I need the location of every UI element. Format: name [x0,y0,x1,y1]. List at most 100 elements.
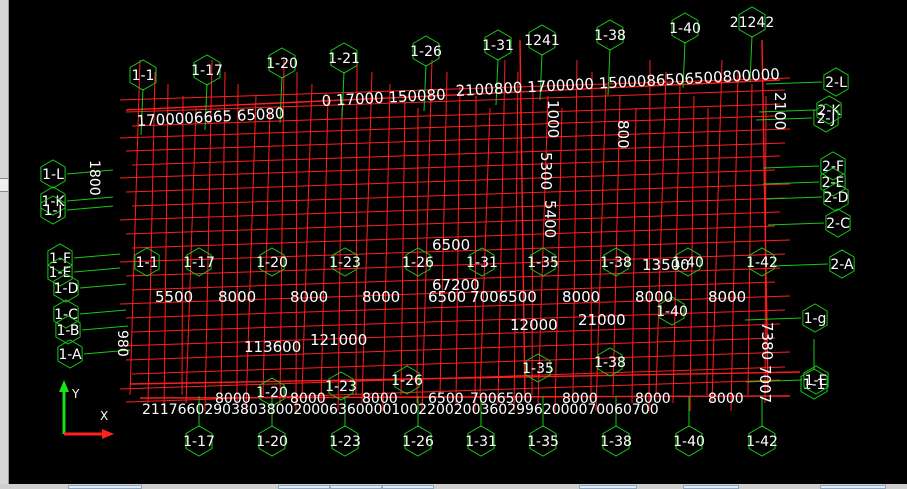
grid-line-vertical [631,107,637,404]
axis-label: 1-31 [465,434,497,450]
axis-bubble-top: 1-20 [266,47,298,79]
dimension-vertical: 800 [614,120,632,149]
leader-line [762,181,820,185]
grid-line-horizontal [119,323,781,347]
dimension-mid: 8000 [218,288,256,306]
grid-line-vertical [590,71,593,404]
dimension-row-top: 2100800 1700000 1500086506500800000 [455,65,780,100]
grid-line-vertical [655,71,667,396]
axis-bubble-mid: 1-23 [325,371,357,401]
axis-label: 2-E [822,175,845,191]
axis-bubble-mid: 1-1 [134,247,160,277]
dimension-mid: 8000 [362,288,400,306]
axis-label: 2-D [824,190,849,206]
leader-line [66,196,114,202]
axis-bubble-mid: 1-42 [746,247,778,277]
dimension-row-bottom: 2117660290380380020006360000100220020036… [142,402,659,418]
axis-bubble-mid: 1-35 [522,353,554,383]
leader-line [744,317,802,321]
axis-bubble-bottom: 1-38 [600,425,632,457]
grid-line-vertical [711,59,723,404]
axis-bubble-top: 1-40 [669,12,701,44]
axis-label: 1-D [54,281,79,297]
leader-line [79,309,127,315]
grid-line-vertical [648,59,651,412]
axis-label: 1-31 [466,255,498,271]
drawing-canvas[interactable]: 1-1 1-17 1-20 1-21 1-26 1-31 1241 1-38 1-40 21242… [0,0,907,489]
status-tab-6[interactable] [683,485,739,489]
axis-bubble-left: 1-A [57,339,83,369]
axis-label: 1241 [524,33,560,49]
status-tab-4[interactable] [382,485,434,489]
grid-line-vertical [531,83,534,396]
axis-label: 1-J [44,203,63,219]
axis-label: 1-38 [600,255,632,271]
grid-line-horizontal [125,211,781,235]
axis-label: 2-L [825,75,847,91]
status-tab-2[interactable] [278,485,330,489]
axis-bubble-bottom: 1-42 [746,425,778,457]
dimension-vertical: 5300 [537,152,555,190]
axis-bubble-top: 1-17 [191,54,223,86]
axis-label: 1-35 [527,434,559,450]
axis-label: 1-17 [183,255,215,271]
dimension-text: 121000 [310,331,367,349]
leader-line [79,283,127,289]
grid-line-horizontal [131,183,791,207]
grid-line-vertical [295,71,298,412]
axis-bubble-top: 1-21 [328,42,360,74]
dimension-mid: 8000 [708,288,746,306]
axis-label: 1-B [56,323,79,339]
axis-bubble-top: 1-38 [594,19,626,51]
ucs-x-label: X [100,409,108,423]
axis-bubble-top: 21242 [730,6,774,38]
grid-line-vertical [236,83,239,404]
axis-label: 1-20 [266,56,298,72]
axis-label: 1-38 [594,28,626,44]
axis-label: 1-35 [522,361,554,377]
dimension-text: 13500 [642,256,690,274]
axis-bubble-bottom: 1-40 [673,425,705,457]
axis-bubble-right: 1-g [802,303,828,333]
dimension-vertical: 1800 [86,160,102,196]
axis-bubble-top: 1-1 [129,59,157,91]
axis-label: 1-17 [183,434,215,450]
axis-label: 1-23 [329,434,361,450]
status-tab-3[interactable] [330,485,382,489]
axis-bubble-bottom: 1-31 [465,425,497,457]
dimension-vertical: 5400 [541,200,559,238]
grid-line-horizontal [125,337,776,361]
axis-bubble-bottom: 1-23 [329,425,361,457]
axis-bubble-top: 1-31 [482,29,514,61]
grid-line-vertical [706,107,709,396]
leader-line [73,267,121,273]
dimension-mid: 8000 [635,288,673,306]
status-tab-7[interactable] [820,485,886,489]
axis-label: 1-26 [402,434,434,450]
axis-label: 1-17 [191,63,223,79]
axis-label: 1-20 [256,385,288,401]
status-tab-5[interactable] [579,485,637,489]
axis-label: 2-C [826,216,850,232]
dimension-text: 6500 [432,236,470,254]
axis-label: 1-23 [329,255,361,271]
axis-bubble-bottom: 1-26 [402,425,434,457]
grid-line-horizontal [119,197,786,221]
axis-label: 1-26 [402,255,434,271]
cad-viewport[interactable]: 1-1 1-17 1-20 1-21 1-26 1-31 1241 1-38 1-40 21242… [0,0,907,489]
axis-bubble-left: 1-L [40,159,66,189]
axis-bubble-top: 1-26 [410,35,442,67]
left-panel-edge[interactable] [0,0,9,489]
axis-label: 1-31 [482,38,514,54]
grid-line-vertical [474,95,477,412]
grid-line-horizontal [131,142,786,166]
dimension-row-top: 0 17000 150080 [321,86,446,110]
status-tab-1[interactable] [68,485,142,489]
grid-line-vertical [320,95,329,404]
dimension-text: 12000 [510,316,558,334]
grid-line-vertical [245,95,257,412]
axis-label: 1-A [58,347,82,363]
axis-label: 1-1 [132,68,155,84]
grid-line-vertical [361,71,373,404]
panel-splitter-handle[interactable] [0,178,8,192]
